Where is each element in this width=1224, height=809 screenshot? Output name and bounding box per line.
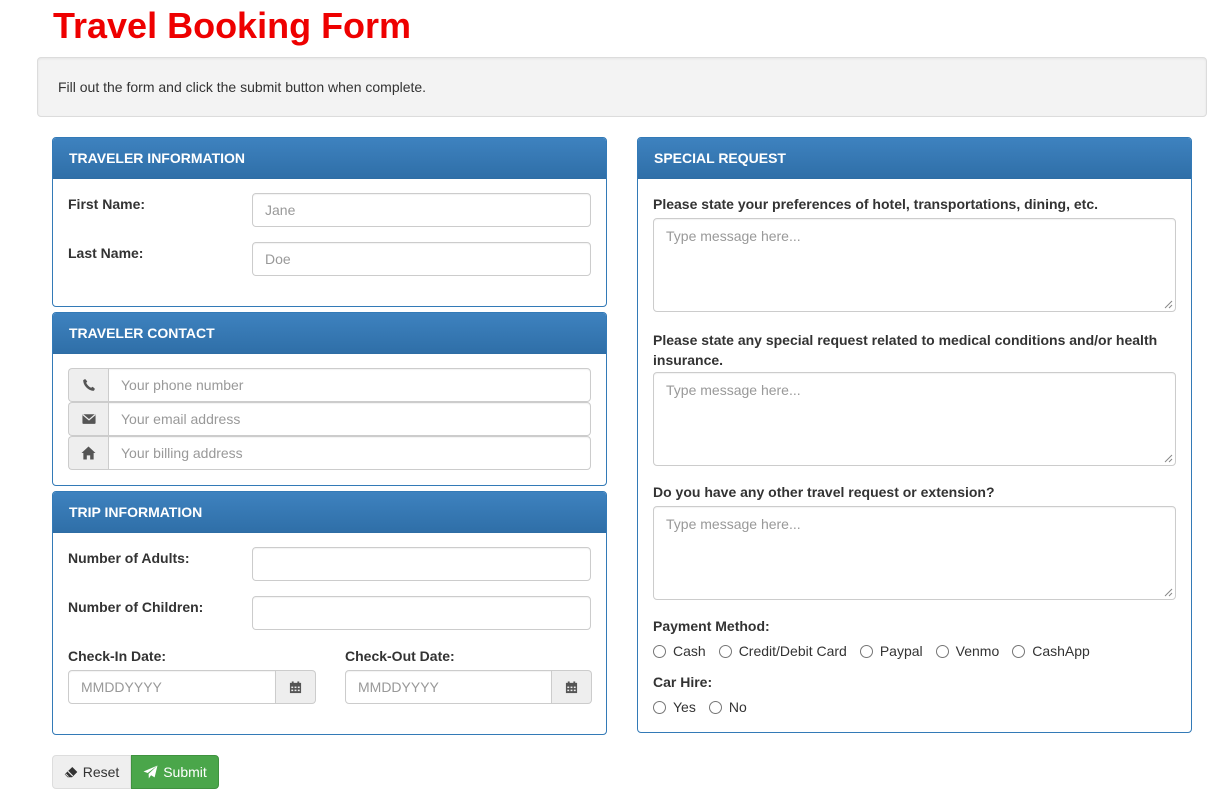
home-icon bbox=[81, 446, 96, 460]
phone-addon bbox=[68, 368, 108, 402]
preferences-question: Please state your preferences of hotel, … bbox=[653, 196, 1098, 212]
checkin-label: Check-In Date: bbox=[68, 648, 167, 664]
radio-button[interactable] bbox=[1012, 644, 1026, 658]
adults-input[interactable] bbox=[252, 547, 591, 581]
resize-grip-icon[interactable] bbox=[1164, 588, 1173, 597]
phone-icon bbox=[82, 379, 95, 391]
car-hire-option-no[interactable]: No bbox=[708, 699, 747, 715]
payment-option-label: CashApp bbox=[1032, 643, 1090, 659]
preferences-placeholder: Type message here... bbox=[666, 228, 801, 244]
other-request-question: Do you have any other travel request or … bbox=[653, 484, 995, 500]
adults-label: Number of Adults: bbox=[68, 550, 190, 566]
payment-method-options: Cash Credit/Debit Card Paypal Venmo Cash… bbox=[653, 643, 1103, 659]
payment-option-cash[interactable]: Cash bbox=[653, 643, 706, 659]
submit-label: Submit bbox=[163, 764, 207, 780]
checkout-input[interactable]: MMDDYYYY bbox=[345, 670, 552, 704]
traveler-contact-panel: TRAVELER CONTACT Your phone number Your … bbox=[52, 312, 607, 486]
reset-button[interactable]: Reset bbox=[52, 755, 131, 789]
radio-button[interactable] bbox=[653, 700, 666, 714]
payment-option-label: Credit/Debit Card bbox=[738, 643, 847, 659]
medical-textarea[interactable]: Type message here... bbox=[653, 372, 1176, 466]
car-hire-label: Car Hire: bbox=[653, 674, 713, 690]
phone-input[interactable]: Your phone number bbox=[108, 368, 591, 402]
instructions-banner: Fill out the form and click the submit b… bbox=[37, 57, 1207, 117]
address-addon bbox=[68, 436, 108, 470]
radio-button[interactable] bbox=[653, 644, 666, 658]
calendar-icon bbox=[565, 680, 578, 693]
car-hire-option-label: No bbox=[728, 699, 747, 715]
car-hire-options: Yes No bbox=[653, 699, 760, 715]
car-hire-option-label: Yes bbox=[673, 699, 696, 715]
children-label: Number of Children: bbox=[68, 599, 204, 615]
traveler-contact-heading: TRAVELER CONTACT bbox=[53, 313, 606, 354]
medical-question: Please state any special request related… bbox=[653, 332, 1158, 368]
payment-option-paypal[interactable]: Paypal bbox=[859, 643, 923, 659]
reset-label: Reset bbox=[82, 764, 120, 780]
resize-grip-icon[interactable] bbox=[1164, 454, 1173, 463]
email-input[interactable]: Your email address bbox=[108, 402, 591, 436]
traveler-information-heading: TRAVELER INFORMATION bbox=[53, 138, 606, 179]
other-request-placeholder: Type message here... bbox=[666, 516, 801, 532]
preferences-textarea[interactable]: Type message here... bbox=[653, 218, 1176, 312]
medical-placeholder: Type message here... bbox=[666, 382, 801, 398]
last-name-label: Last Name: bbox=[68, 245, 144, 261]
radio-button[interactable] bbox=[708, 700, 722, 714]
payment-option-card[interactable]: Credit/Debit Card bbox=[718, 643, 847, 659]
checkin-input[interactable]: MMDDYYYY bbox=[68, 670, 276, 704]
instructions-text: Fill out the form and click the submit b… bbox=[58, 79, 427, 95]
payment-option-venmo[interactable]: Venmo bbox=[935, 643, 1000, 659]
payment-option-label: Venmo bbox=[955, 643, 1000, 659]
traveler-information-panel: TRAVELER INFORMATION First Name: Jane La… bbox=[52, 137, 607, 307]
trip-information-panel: TRIP INFORMATION Number of Adults: Numbe… bbox=[52, 491, 607, 735]
page-title: Travel Booking Form bbox=[53, 5, 412, 46]
payment-option-label: Cash bbox=[673, 643, 706, 659]
first-name-input[interactable]: Jane bbox=[252, 193, 591, 227]
email-addon bbox=[68, 402, 108, 436]
submit-button[interactable]: Submit bbox=[131, 755, 219, 789]
radio-button[interactable] bbox=[935, 644, 949, 658]
checkout-calendar-button[interactable] bbox=[552, 670, 592, 704]
trip-information-heading: TRIP INFORMATION bbox=[53, 492, 606, 533]
special-request-panel: SPECIAL REQUEST Please state your prefer… bbox=[637, 137, 1192, 733]
calendar-icon bbox=[289, 680, 302, 693]
car-hire-option-yes[interactable]: Yes bbox=[653, 699, 696, 715]
radio-button[interactable] bbox=[859, 644, 873, 658]
payment-option-label: Paypal bbox=[879, 643, 923, 659]
payment-option-cashapp[interactable]: CashApp bbox=[1012, 643, 1090, 659]
checkout-label: Check-Out Date: bbox=[345, 648, 455, 664]
last-name-input[interactable]: Doe bbox=[252, 242, 591, 276]
resize-grip-icon[interactable] bbox=[1164, 300, 1173, 309]
payment-method-label: Payment Method: bbox=[653, 618, 770, 634]
radio-button[interactable] bbox=[718, 644, 732, 658]
eraser-icon bbox=[64, 767, 78, 778]
checkin-calendar-button[interactable] bbox=[276, 670, 316, 704]
other-request-textarea[interactable]: Type message here... bbox=[653, 506, 1176, 600]
send-icon bbox=[143, 765, 158, 779]
special-request-heading: SPECIAL REQUEST bbox=[638, 138, 1191, 179]
first-name-label: First Name: bbox=[68, 196, 146, 212]
envelope-icon bbox=[81, 414, 96, 424]
children-input[interactable] bbox=[252, 596, 591, 630]
billing-address-input[interactable]: Your billing address bbox=[108, 436, 591, 470]
